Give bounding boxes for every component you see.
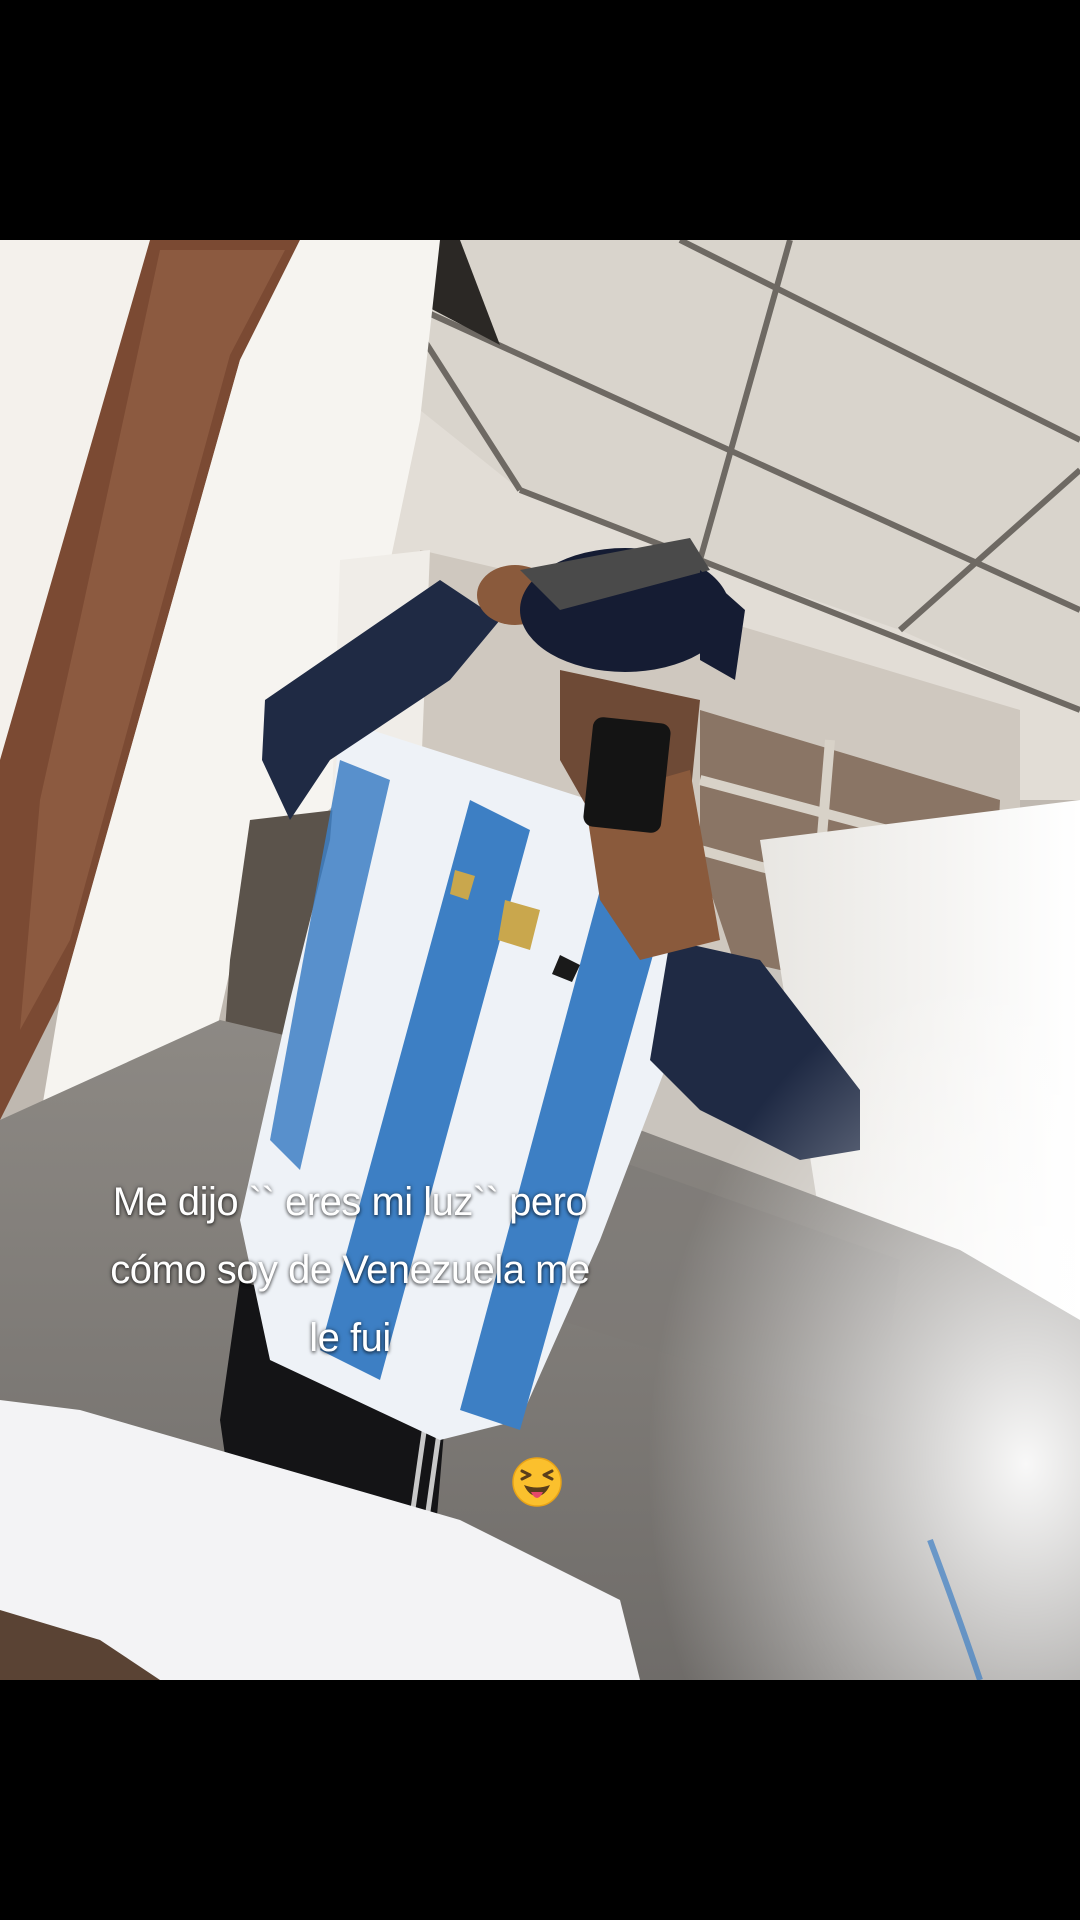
caption-line: le fui [309, 1316, 391, 1360]
video-caption: Me dijo `` eres mi luz`` pero cómo soy d… [60, 1168, 640, 1372]
caption-line: cómo soy de Venezuela me [110, 1248, 590, 1292]
caption-line: Me dijo `` eres mi luz`` pero [112, 1180, 588, 1224]
top-letterbox [0, 0, 1080, 240]
bottom-letterbox [0, 1680, 1080, 1920]
squinting-face-with-tongue-icon [511, 1456, 563, 1508]
